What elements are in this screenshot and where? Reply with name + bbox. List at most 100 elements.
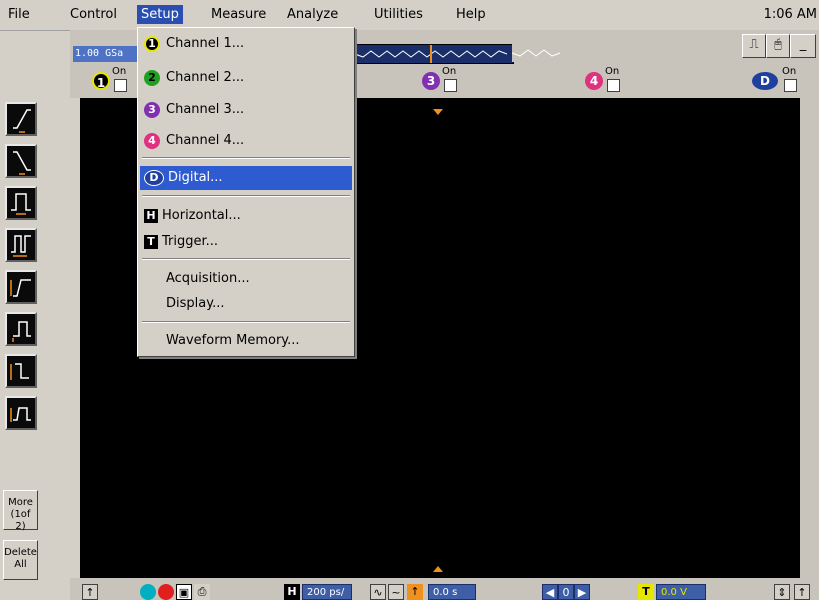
menu-channel-3[interactable]: 3 Channel 3... [140,98,352,122]
menu-waveform-memory[interactable]: Waveform Memory... [140,329,352,353]
nav-right-icon[interactable]: ▶ [574,584,590,600]
minimize-button[interactable]: _ [790,34,816,58]
menu-display[interactable]: Display... [140,292,352,316]
fall-time-button[interactable] [5,354,37,388]
nav-left-icon[interactable]: ◀ [542,584,558,600]
save-icon[interactable]: ▣ [176,584,192,600]
channel-3-checkbox[interactable] [444,79,457,92]
amplitude-icon [12,321,31,342]
rising-edge-icon [13,109,31,133]
mouse-icon: 🖰 [774,37,782,52]
delete-all-button[interactable]: Delete All [3,540,38,580]
channel-1-checkbox[interactable] [114,79,127,92]
channel-4-on-label: On [605,66,620,77]
overview-wave-icon [354,45,508,63]
channel-1-badge-icon: 1 [144,36,160,52]
menu-trigger-label: Trigger... [162,234,219,249]
level-spinner-icon[interactable]: ⇕ [774,584,790,600]
trigger-badge-icon: T [144,235,158,249]
sample-rate-readout: 1.00 GSa [73,46,145,62]
horizontal-badge-icon: H [144,209,158,223]
digital-badge-icon: D [144,170,164,186]
menu-utilities[interactable]: Utilities [370,5,427,24]
trigger-position-marker-bottom[interactable] [433,566,443,572]
trigger-level-field[interactable]: 0.0 V [656,584,706,600]
menu-horizontal[interactable]: H Horizontal... [140,204,352,228]
menu-separator [142,195,350,197]
overshoot-icon [10,407,31,422]
menu-separator [142,157,350,159]
menu-channel-4-label: Channel 4... [166,133,245,148]
bottom-left-marker-icon[interactable]: ↑ [82,584,98,600]
channel-1-on-label: On [112,66,127,77]
digital-toggle[interactable]: D On [752,66,802,96]
channel-1-toggle[interactable]: 1 On [92,66,132,96]
channel-4-badge-icon: 4 [144,133,160,149]
menu-channel-1-label: Channel 1... [166,36,245,51]
falling-edge-icon [13,151,31,175]
pulse-width-button[interactable] [5,186,37,220]
delete-label-line2: All [14,559,27,570]
menu-digital[interactable]: D Digital... [140,166,352,190]
run-mode-button[interactable]: ⎍ [742,34,766,58]
horizontal-icon: H [284,584,300,600]
menu-channel-3-label: Channel 3... [166,102,245,117]
right-scroll-strip [800,98,819,578]
menu-file[interactable]: File [4,5,34,24]
menu-display-label: Display... [166,296,225,311]
channel-4-checkbox[interactable] [607,79,620,92]
channel-3-icon: 3 [422,72,440,90]
menu-digital-label: Digital... [168,170,223,185]
timebase-field[interactable]: 200 ps/ [302,584,352,600]
menu-control[interactable]: Control [66,5,121,24]
setup-menu: 1 Channel 1... 2 Channel 2... 3 Channel … [137,27,355,357]
bottom-right-marker-icon[interactable]: ↑ [794,584,810,600]
menu-separator [142,258,350,260]
channel-1-icon: 1 [92,72,110,90]
trigger-position-marker-top[interactable] [433,109,443,115]
menu-help[interactable]: Help [452,5,490,24]
rise-time-button[interactable] [5,270,37,304]
menu-trigger[interactable]: T Trigger... [140,230,352,254]
print-icon[interactable]: ⎙ [194,584,210,600]
menu-acquisition[interactable]: Acquisition... [140,267,352,291]
channel-2-badge-icon: 2 [144,70,160,86]
delay-field[interactable]: 0.0 s [428,584,476,600]
menu-analyze[interactable]: Analyze [283,5,342,24]
menu-channel-4[interactable]: 4 Channel 4... [140,129,352,153]
fine-adjust-icon[interactable]: ∿ [370,584,386,600]
menu-measure[interactable]: Measure [207,5,270,24]
mouse-mode-button[interactable]: 🖰 [766,34,790,58]
menu-channel-2[interactable]: 2 Channel 2... [140,66,352,90]
nav-center-field[interactable]: 0 [558,584,574,600]
menu-channel-2-label: Channel 2... [166,70,245,85]
channel-4-toggle[interactable]: 4 On [585,66,625,96]
channel-3-badge-icon: 3 [144,102,160,118]
falling-edge-trigger-button[interactable] [5,144,37,178]
menu-setup[interactable]: Setup [137,5,183,24]
run-icon[interactable] [140,584,156,600]
left-toolbar: More (1of 2) Delete All [0,98,40,600]
period-button[interactable] [5,228,37,262]
overshoot-button[interactable] [5,396,37,430]
coarse-adjust-icon[interactable]: ~ [388,584,404,600]
waveform-overview[interactable] [352,44,514,64]
more-label-line1: More [8,497,33,508]
menu-horizontal-label: Horizontal... [162,208,241,223]
channel-3-toggle[interactable]: 3 On [422,66,462,96]
pulse-width-icon [11,193,31,215]
digital-checkbox[interactable] [784,79,797,92]
more-button[interactable]: More (1of 2) [3,490,38,532]
menu-separator [142,321,350,323]
trigger-delay-icon: ↑ [407,584,423,600]
digital-icon: D [752,72,778,90]
period-icon [11,235,31,257]
channel-4-icon: 4 [585,72,603,90]
overview-tail-icon [511,49,561,57]
menu-bar: File Control Setup Measure Analyze Utili… [0,0,819,31]
rising-edge-trigger-button[interactable] [5,102,37,136]
menu-channel-1[interactable]: 1 Channel 1... [140,32,352,56]
menu-waveform-memory-label: Waveform Memory... [166,333,300,348]
stop-icon[interactable] [158,584,174,600]
amplitude-button[interactable] [5,312,37,346]
